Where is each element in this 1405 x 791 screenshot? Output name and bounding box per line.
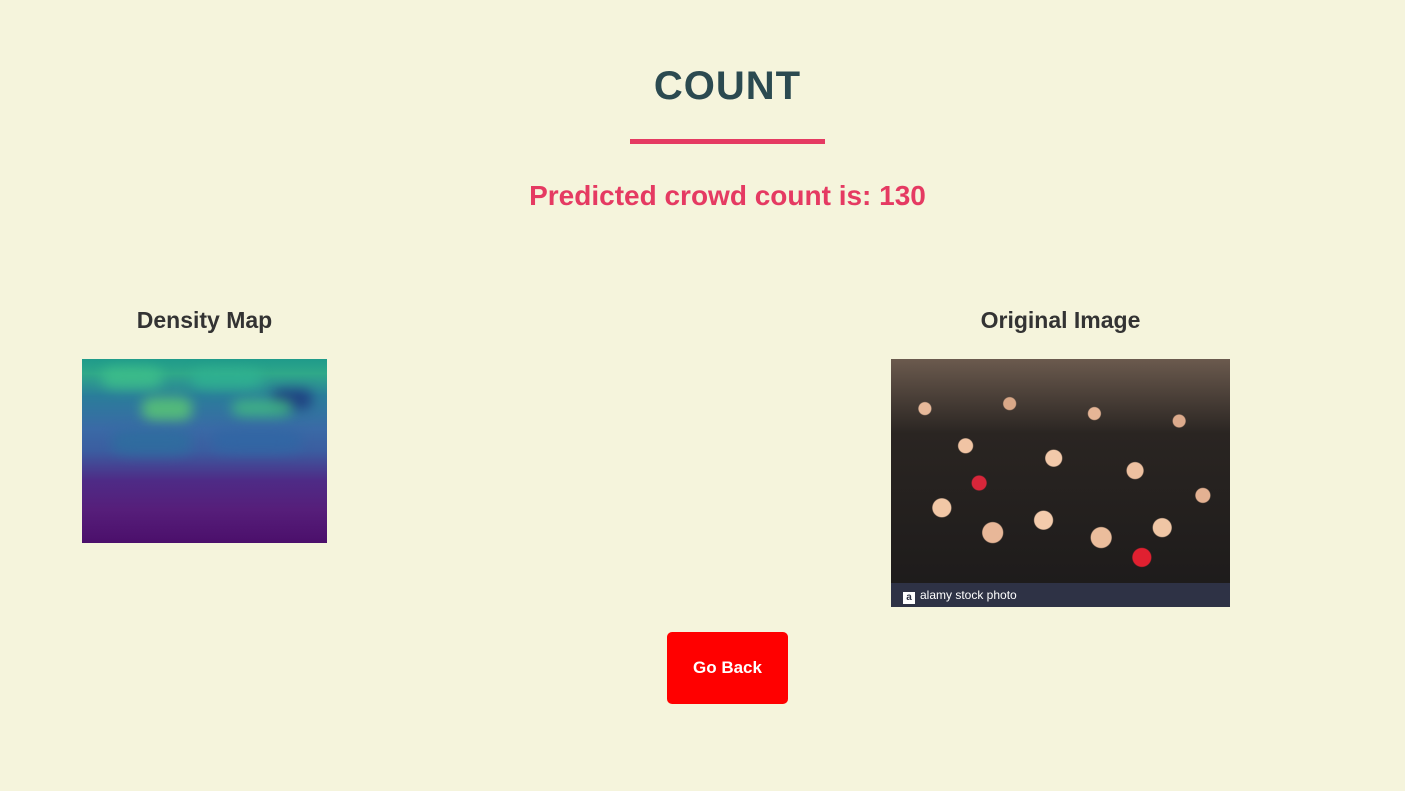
page-title: COUNT [653, 64, 802, 108]
watermark-label: alamy stock photo [920, 588, 1017, 602]
image-watermark-bar: a alamy stock photo [891, 583, 1230, 607]
predicted-count-text: Predicted crowd count is: 130 [529, 180, 926, 211]
alamy-logo-icon: a [903, 592, 915, 604]
title-divider [630, 139, 825, 144]
original-image-title: Original Image [980, 307, 1141, 333]
count-page: COUNT Predicted crowd count is: 130 Dens… [0, 0, 1405, 791]
original-crowd-image: a alamy stock photo [891, 359, 1230, 607]
density-map-title: Density Map [136, 307, 273, 333]
go-back-button[interactable]: Go Back [667, 632, 788, 704]
density-map-image [82, 359, 327, 543]
